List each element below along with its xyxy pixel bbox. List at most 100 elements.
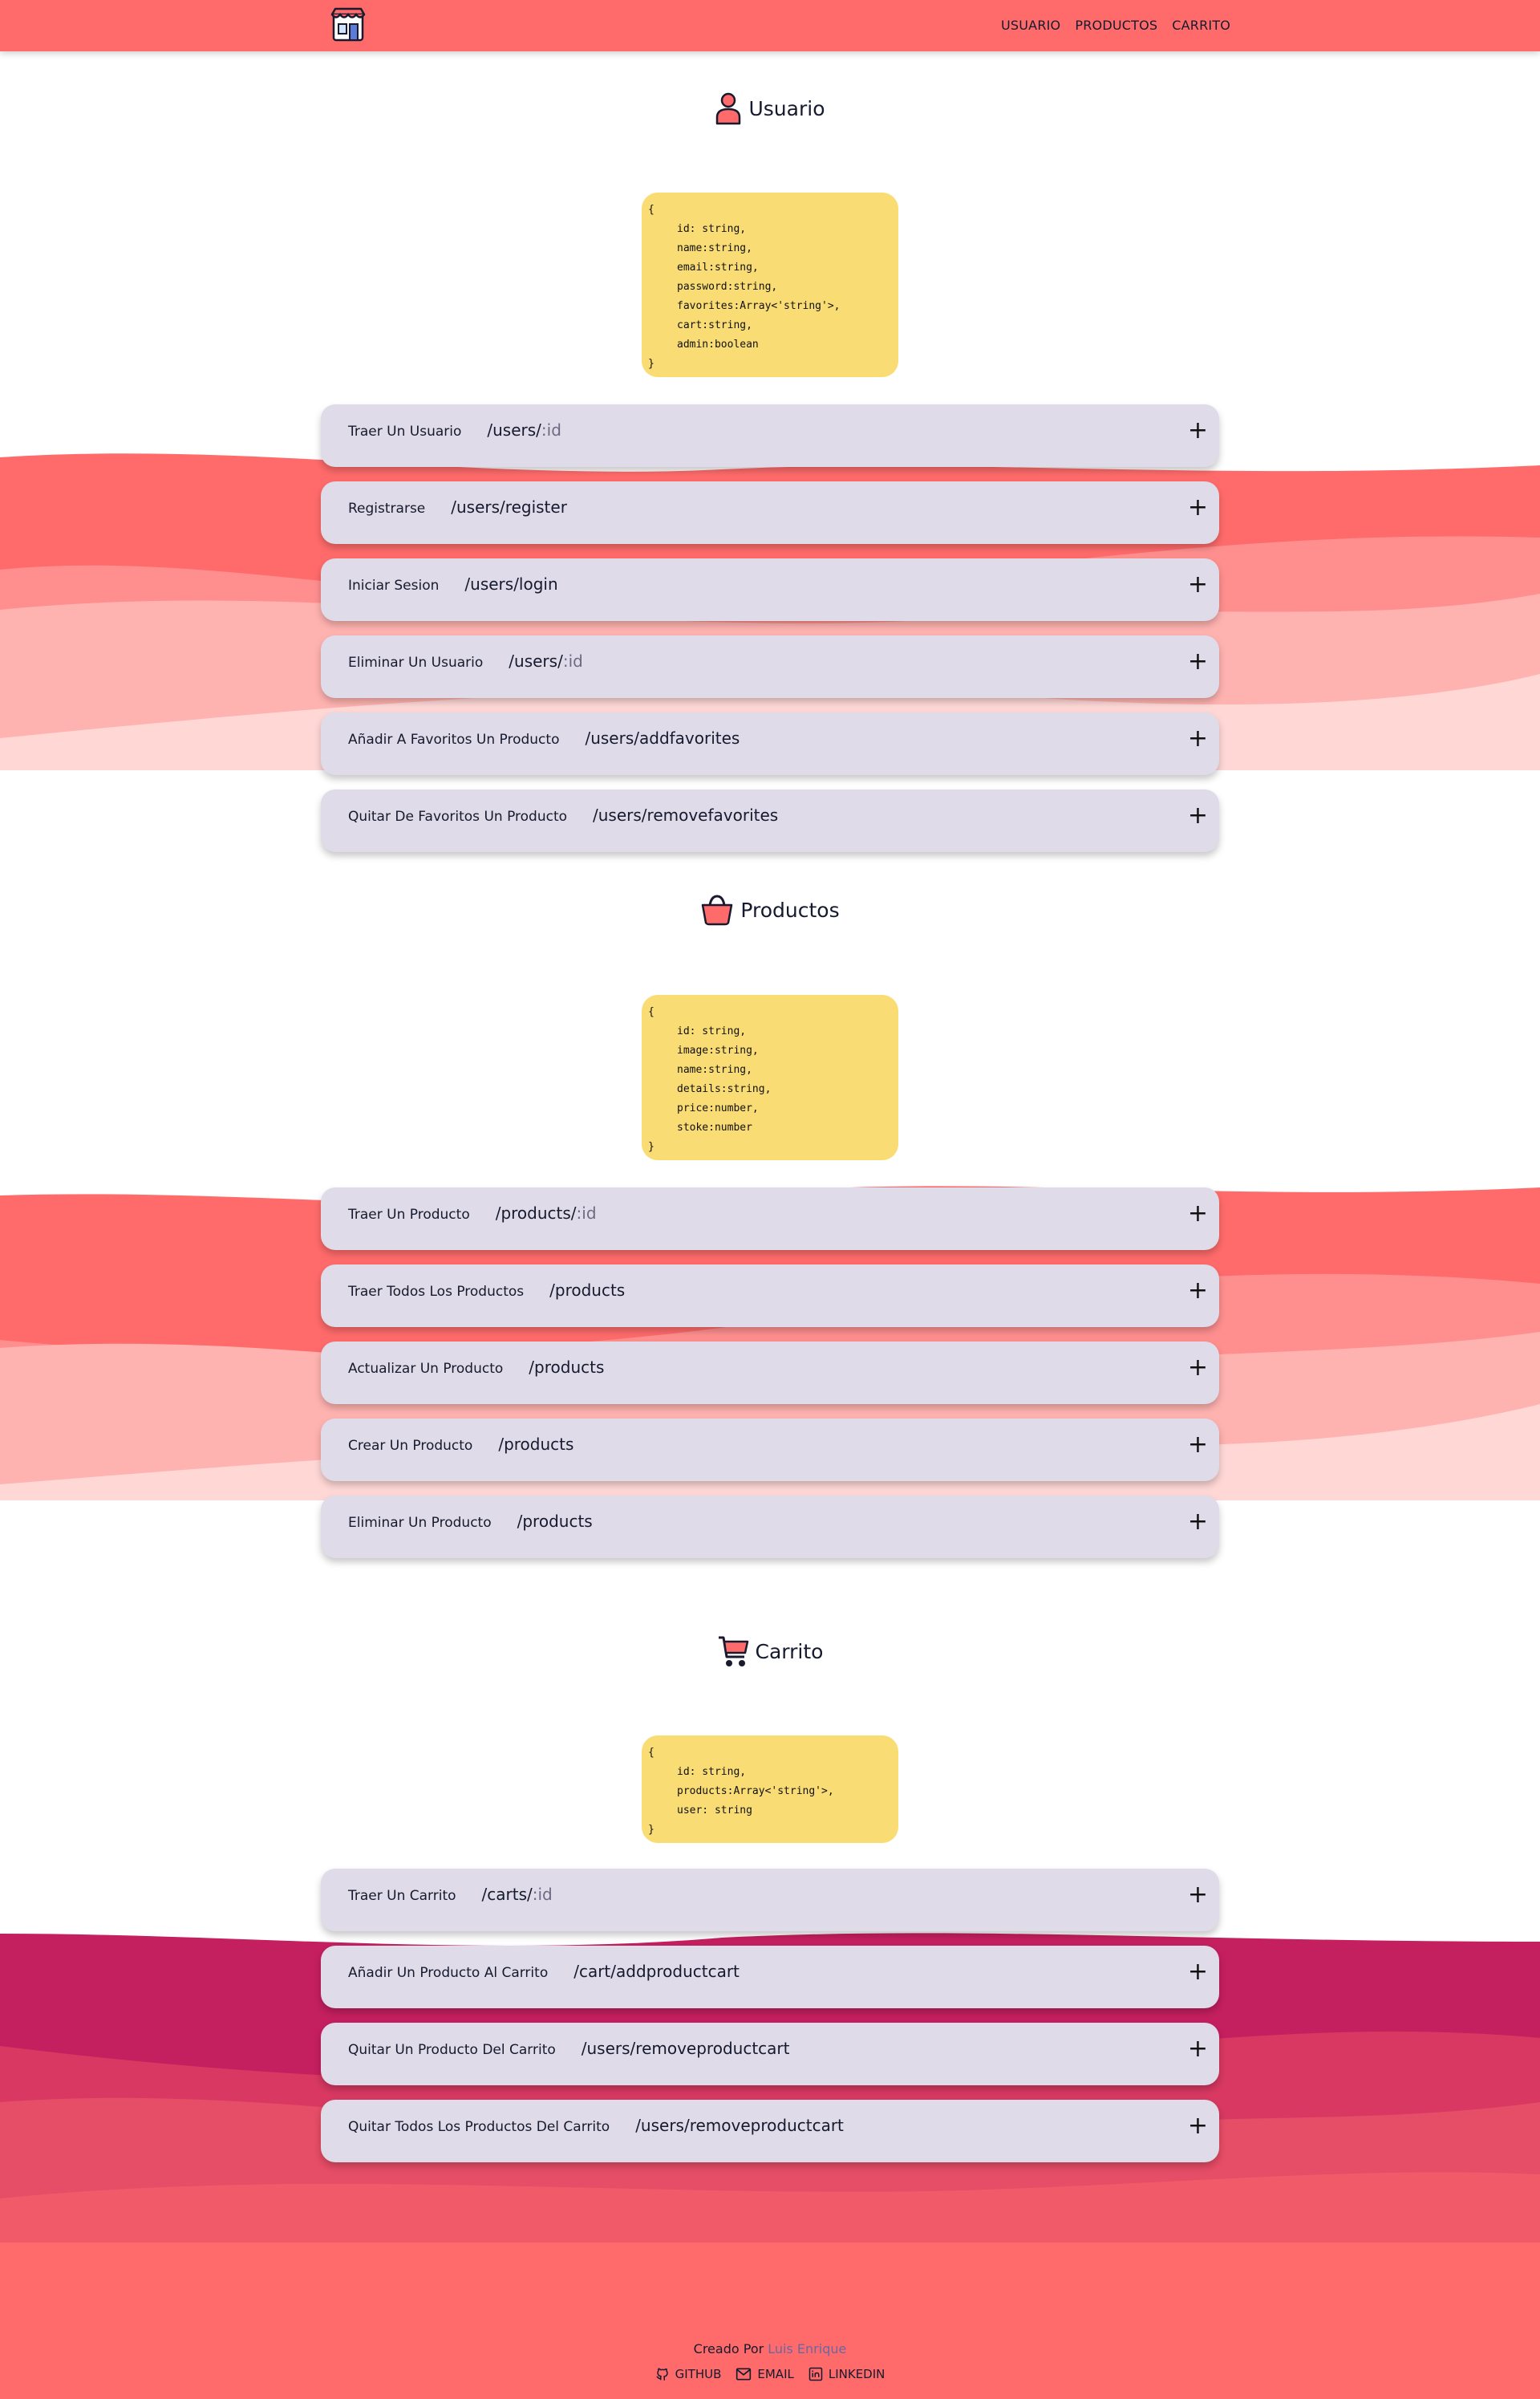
endpoint-card-eliminar-usuario[interactable]: Eliminar Un Usuario/users/:id + xyxy=(321,635,1219,698)
expand-plus-icon[interactable]: + xyxy=(1188,650,1208,674)
endpoint-name: Quitar Un Producto Del Carrito xyxy=(348,2042,556,2058)
endpoint-path: /users/login xyxy=(464,574,558,594)
created-by-label: Creado Por xyxy=(693,2341,764,2356)
endpoint-name: Actualizar Un Producto xyxy=(348,1361,504,1377)
expand-plus-icon[interactable]: + xyxy=(1188,1279,1208,1303)
email-label: EMAIL xyxy=(757,2367,794,2381)
email-icon xyxy=(736,2368,752,2381)
user-icon xyxy=(716,92,741,125)
schema-field: cart:string, xyxy=(677,319,752,331)
expand-plus-icon[interactable]: + xyxy=(1188,419,1208,443)
endpoint-card-registrarse[interactable]: Registrarse/users/register + xyxy=(321,481,1219,544)
expand-plus-icon[interactable]: + xyxy=(1188,573,1208,597)
endpoint-path: /users/removefavorites xyxy=(593,806,779,825)
expand-plus-icon[interactable]: + xyxy=(1188,1356,1208,1380)
section-heading: Productos xyxy=(740,898,840,922)
endpoint-name: Quitar De Favoritos Un Producto xyxy=(348,809,568,825)
endpoint-name: Crear Un Producto xyxy=(348,1438,473,1454)
endpoint-path: /users/register xyxy=(451,497,567,517)
author-link[interactable]: Luis Enrique xyxy=(768,2341,846,2356)
store-logo-icon[interactable] xyxy=(329,6,367,43)
section-title-usuario: Usuario xyxy=(0,91,1540,125)
endpoint-card-traer-productos[interactable]: Traer Todos Los Productos/products + xyxy=(321,1264,1219,1327)
endpoint-card-eliminar-producto[interactable]: Eliminar Un Producto/products + xyxy=(321,1496,1219,1558)
endpoint-name: Traer Un Producto xyxy=(348,1207,470,1223)
endpoint-card-remove-product-cart[interactable]: Quitar Un Producto Del Carrito/users/rem… xyxy=(321,2023,1219,2085)
code-open-brace: { xyxy=(648,204,654,216)
endpoint-path: /products xyxy=(517,1512,593,1531)
nav-usuario-link[interactable]: USUARIO xyxy=(1001,18,1060,33)
endpoint-card-crear-producto[interactable]: Crear Un Producto/products + xyxy=(321,1419,1219,1481)
schema-field: name:string, xyxy=(677,242,752,254)
expand-plus-icon[interactable]: + xyxy=(1188,1510,1208,1534)
schema-field: stoke:number xyxy=(677,1122,752,1134)
nav-carrito-link[interactable]: CARRITO xyxy=(1172,18,1230,33)
email-link[interactable]: EMAIL xyxy=(736,2367,794,2381)
endpoint-name: Añadir Un Producto Al Carrito xyxy=(348,1965,549,1981)
main-nav: USUARIO PRODUCTOS CARRITO xyxy=(1001,18,1230,33)
endpoint-param: :id xyxy=(532,1885,553,1904)
expand-plus-icon[interactable]: + xyxy=(1188,804,1208,828)
endpoint-card-remove-favorites[interactable]: Quitar De Favoritos Un Producto/users/re… xyxy=(321,790,1219,852)
endpoint-path: /products xyxy=(529,1358,605,1377)
endpoint-name: Traer Un Carrito xyxy=(348,1888,456,1904)
schema-field: favorites:Array<'string'>, xyxy=(677,300,841,312)
github-label: GITHUB xyxy=(675,2367,722,2381)
endpoint-name: Eliminar Un Usuario xyxy=(348,655,484,671)
expand-plus-icon[interactable]: + xyxy=(1188,496,1208,520)
code-open-brace: { xyxy=(648,1006,654,1018)
endpoint-card-actualizar-producto[interactable]: Actualizar Un Producto/products + xyxy=(321,1342,1219,1404)
endpoint-path: /cart/addproductcart xyxy=(573,1962,740,1981)
schema-field: name:string, xyxy=(677,1064,752,1076)
section-title-carrito: Carrito xyxy=(0,1634,1540,1668)
expand-plus-icon[interactable]: + xyxy=(1188,1202,1208,1226)
endpoint-card-traer-producto[interactable]: Traer Un Producto/products/:id + xyxy=(321,1187,1219,1250)
footer-links: GITHUB EMAIL LINKEDIN xyxy=(0,2367,1540,2381)
schema-field: id: string, xyxy=(677,223,747,235)
code-close-brace: } xyxy=(648,1141,654,1153)
schema-field: admin:boolean xyxy=(677,339,759,351)
schema-field: id: string, xyxy=(677,1025,747,1037)
endpoint-card-traer-carrito[interactable]: Traer Un Carrito/carts/:id + xyxy=(321,1869,1219,1931)
cart-icon xyxy=(718,1636,748,1666)
endpoint-path: /users/:id xyxy=(487,420,561,440)
endpoint-path: /products xyxy=(549,1281,626,1300)
schema-field: price:number, xyxy=(677,1102,759,1114)
linkedin-link[interactable]: LINKEDIN xyxy=(808,2367,886,2381)
expand-plus-icon[interactable]: + xyxy=(1188,1433,1208,1457)
expand-plus-icon[interactable]: + xyxy=(1188,1883,1208,1907)
linkedin-label: LINKEDIN xyxy=(828,2367,886,2381)
endpoint-card-add-product-cart[interactable]: Añadir Un Producto Al Carrito/cart/addpr… xyxy=(321,1946,1219,2008)
section-title-productos: Productos xyxy=(0,894,1540,926)
endpoint-name: Registrarse xyxy=(348,501,426,517)
expand-plus-icon[interactable]: + xyxy=(1188,2114,1208,2138)
schema-field: password:string, xyxy=(677,281,778,293)
carrito-schema-code: { id: string, products:Array<'string'>, … xyxy=(642,1735,898,1843)
endpoint-path: /products xyxy=(498,1435,574,1454)
endpoint-path: /products/:id xyxy=(495,1204,597,1223)
linkedin-icon xyxy=(808,2367,823,2381)
endpoint-card-add-favorites[interactable]: Añadir A Favoritos Un Producto/users/add… xyxy=(321,712,1219,775)
schema-field: id: string, xyxy=(677,1766,747,1778)
endpoint-card-iniciar-sesion[interactable]: Iniciar Sesion/users/login + xyxy=(321,558,1219,621)
endpoint-path: /users/removeproductcart xyxy=(635,2116,844,2135)
github-icon xyxy=(656,2368,668,2381)
endpoint-name: Añadir A Favoritos Un Producto xyxy=(348,732,560,748)
top-navbar: USUARIO PRODUCTOS CARRITO xyxy=(0,0,1540,51)
expand-plus-icon[interactable]: + xyxy=(1188,2037,1208,2061)
expand-plus-icon[interactable]: + xyxy=(1188,1960,1208,1984)
schema-field: user: string xyxy=(677,1804,752,1817)
endpoint-name: Quitar Todos Los Productos Del Carrito xyxy=(348,2119,610,2135)
endpoint-param: :id xyxy=(576,1204,597,1223)
productos-schema-code: { id: string, image:string, name:string,… xyxy=(642,995,898,1160)
basket-icon xyxy=(702,895,733,926)
github-link[interactable]: GITHUB xyxy=(655,2367,722,2381)
code-close-brace: } xyxy=(648,1824,654,1836)
endpoint-name: Iniciar Sesion xyxy=(348,578,440,594)
section-heading: Usuario xyxy=(748,96,825,120)
nav-productos-link[interactable]: PRODUCTOS xyxy=(1075,18,1157,33)
endpoint-param: :id xyxy=(562,652,583,671)
expand-plus-icon[interactable]: + xyxy=(1188,727,1208,751)
endpoint-card-remove-all-products-cart[interactable]: Quitar Todos Los Productos Del Carrito/u… xyxy=(321,2100,1219,2162)
endpoint-card-traer-usuario[interactable]: Traer Un Usuario/users/:id + xyxy=(321,404,1219,467)
